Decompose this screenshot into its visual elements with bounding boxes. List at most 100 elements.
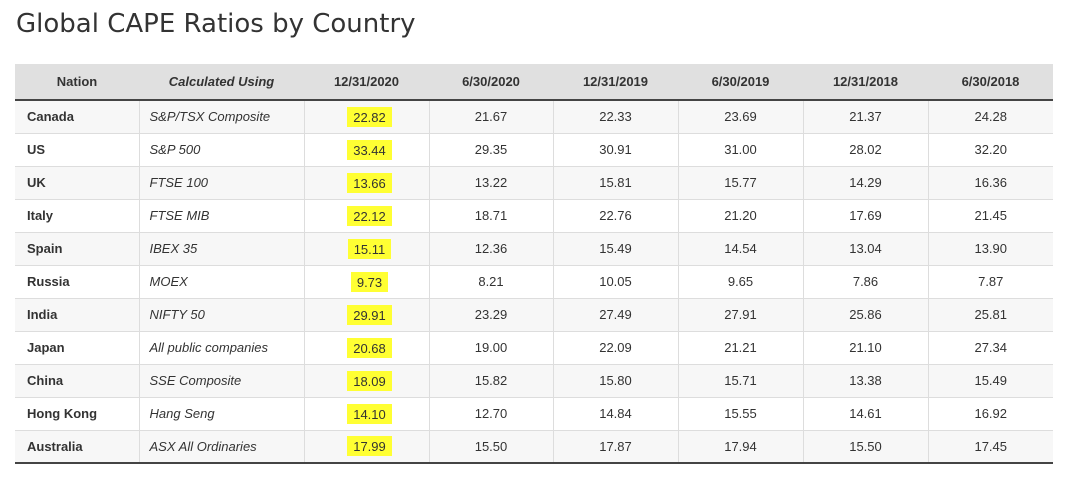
value-cell: 14.29 (803, 166, 929, 200)
method-cell: FTSE MIB (139, 199, 305, 233)
value-cell: 14.84 (553, 397, 679, 431)
header-12-31-2018: 12/31/2018 (803, 64, 928, 101)
table-row: Spain IBEX 35 15.11 12.36 15.49 14.54 13… (15, 232, 1053, 266)
value-cell: 15.82 (429, 364, 554, 398)
value-cell: 15.71 (678, 364, 804, 398)
nation-cell: India (15, 298, 140, 332)
value-cell-highlighted: 33.44 (304, 133, 430, 167)
header-6-30-2018: 6/30/2018 (928, 64, 1053, 101)
value-cell: 17.45 (928, 430, 1053, 464)
value-cell-highlighted: 22.12 (304, 199, 430, 233)
value-cell: 25.86 (803, 298, 929, 332)
value-cell: 29.35 (429, 133, 554, 167)
value-cell-highlighted: 20.68 (304, 331, 430, 365)
value-cell: 15.50 (803, 430, 929, 464)
value-cell: 9.65 (678, 265, 804, 299)
nation-cell: Hong Kong (15, 397, 140, 431)
value-cell: 17.69 (803, 199, 929, 233)
highlighted-value: 22.12 (347, 205, 392, 226)
table-row: Italy FTSE MIB 22.12 18.71 22.76 21.20 1… (15, 199, 1053, 233)
value-cell-highlighted: 29.91 (304, 298, 430, 332)
table-row: Japan All public companies 20.68 19.00 2… (15, 331, 1053, 365)
value-cell-highlighted: 15.11 (304, 232, 430, 266)
highlighted-value: 13.66 (347, 172, 392, 193)
value-cell: 24.28 (928, 100, 1053, 134)
highlighted-value: 20.68 (347, 337, 392, 358)
nation-cell: Australia (15, 430, 140, 464)
table-row: Russia MOEX 9.73 8.21 10.05 9.65 7.86 7.… (15, 265, 1053, 299)
table-row: US S&P 500 33.44 29.35 30.91 31.00 28.02… (15, 133, 1053, 167)
method-cell: IBEX 35 (139, 232, 305, 266)
method-cell: SSE Composite (139, 364, 305, 398)
highlighted-value: 33.44 (347, 139, 392, 160)
value-cell: 16.36 (928, 166, 1053, 200)
value-cell: 12.36 (429, 232, 554, 266)
value-cell: 13.38 (803, 364, 929, 398)
method-cell: ASX All Ordinaries (139, 430, 305, 464)
value-cell: 7.86 (803, 265, 929, 299)
method-cell: MOEX (139, 265, 305, 299)
value-cell-highlighted: 18.09 (304, 364, 430, 398)
method-cell: All public companies (139, 331, 305, 365)
value-cell: 28.02 (803, 133, 929, 167)
value-cell: 13.22 (429, 166, 554, 200)
cape-table-container: Nation Calculated Using 12/31/2020 6/30/… (15, 64, 1053, 464)
highlighted-value: 14.10 (347, 403, 392, 424)
value-cell: 22.76 (553, 199, 679, 233)
highlighted-value: 29.91 (347, 304, 392, 325)
nation-cell: Russia (15, 265, 140, 299)
table-header-row: Nation Calculated Using 12/31/2020 6/30/… (15, 64, 1053, 101)
value-cell-highlighted: 14.10 (304, 397, 430, 431)
value-cell: 15.49 (553, 232, 679, 266)
highlighted-value: 18.09 (347, 370, 392, 391)
value-cell: 21.21 (678, 331, 804, 365)
value-cell: 22.09 (553, 331, 679, 365)
table-body: Canada S&P/TSX Composite 22.82 21.67 22.… (15, 100, 1053, 464)
value-cell: 19.00 (429, 331, 554, 365)
value-cell: 32.20 (928, 133, 1053, 167)
value-cell: 15.55 (678, 397, 804, 431)
table-row: Australia ASX All Ordinaries 17.99 15.50… (15, 430, 1053, 464)
value-cell: 31.00 (678, 133, 804, 167)
value-cell: 15.81 (553, 166, 679, 200)
header-12-31-2020: 12/31/2020 (304, 64, 429, 101)
value-cell: 17.87 (553, 430, 679, 464)
nation-cell: Canada (15, 100, 140, 134)
nation-cell: US (15, 133, 140, 167)
value-cell: 27.49 (553, 298, 679, 332)
cape-ratios-table: Nation Calculated Using 12/31/2020 6/30/… (15, 64, 1053, 464)
value-cell: 15.50 (429, 430, 554, 464)
highlighted-value: 17.99 (347, 436, 392, 457)
value-cell: 12.70 (429, 397, 554, 431)
value-cell: 18.71 (429, 199, 554, 233)
value-cell: 14.61 (803, 397, 929, 431)
value-cell: 27.34 (928, 331, 1053, 365)
table-row: India NIFTY 50 29.91 23.29 27.49 27.91 2… (15, 298, 1053, 332)
header-6-30-2019: 6/30/2019 (678, 64, 803, 101)
value-cell: 21.67 (429, 100, 554, 134)
value-cell: 13.90 (928, 232, 1053, 266)
value-cell: 22.33 (553, 100, 679, 134)
nation-cell: Italy (15, 199, 140, 233)
value-cell: 15.49 (928, 364, 1053, 398)
table-row: Hong Kong Hang Seng 14.10 12.70 14.84 15… (15, 397, 1053, 431)
nation-cell: China (15, 364, 140, 398)
value-cell: 7.87 (928, 265, 1053, 299)
value-cell: 21.20 (678, 199, 804, 233)
method-cell: FTSE 100 (139, 166, 305, 200)
value-cell: 25.81 (928, 298, 1053, 332)
value-cell-highlighted: 17.99 (304, 430, 430, 464)
value-cell: 23.29 (429, 298, 554, 332)
value-cell: 10.05 (553, 265, 679, 299)
highlighted-value: 15.11 (347, 238, 392, 259)
header-12-31-2019: 12/31/2019 (553, 64, 678, 101)
nation-cell: Spain (15, 232, 140, 266)
value-cell: 30.91 (553, 133, 679, 167)
value-cell-highlighted: 13.66 (304, 166, 430, 200)
method-cell: S&P/TSX Composite (139, 100, 305, 134)
value-cell: 27.91 (678, 298, 804, 332)
value-cell: 8.21 (429, 265, 554, 299)
method-cell: NIFTY 50 (139, 298, 305, 332)
page-title: Global CAPE Ratios by Country (16, 9, 416, 39)
method-cell: Hang Seng (139, 397, 305, 431)
